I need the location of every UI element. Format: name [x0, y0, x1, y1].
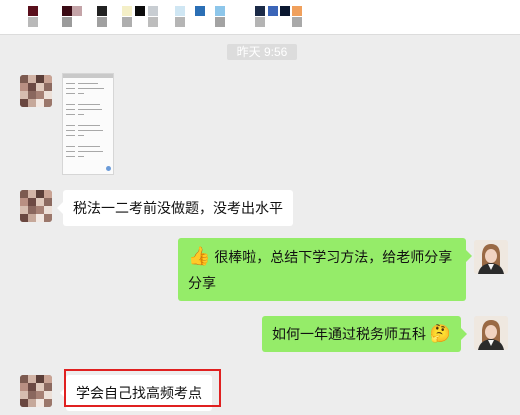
thinking-face-icon: 🤔: [429, 324, 452, 343]
image-message-thumbnail[interactable]: [62, 73, 114, 175]
chat-header: [0, 0, 520, 35]
mosaic-block: [28, 17, 38, 27]
mosaic-block: [148, 6, 158, 16]
message-bubble-sent[interactable]: 👍 很棒啦，总结下学习方法，给老师分享 分享: [178, 238, 472, 301]
mosaic-block: [97, 17, 107, 27]
contact-avatar[interactable]: [20, 375, 52, 407]
mosaic-block: [72, 6, 82, 16]
mosaic-block: [175, 17, 185, 27]
mosaic-block: [292, 17, 302, 27]
my-avatar[interactable]: [474, 240, 508, 274]
timestamp-label: 昨天 9:56: [227, 44, 297, 60]
profile-photo-icon: [474, 240, 508, 274]
thumbs-up-icon: 👍: [188, 246, 211, 266]
profile-photo-icon: [474, 316, 508, 350]
mosaic-block: [62, 6, 72, 16]
message-bubble-sent[interactable]: 如何一年通过税务师五科 🤔: [262, 316, 468, 352]
mosaic-block: [122, 6, 132, 16]
mosaic-block: [122, 17, 132, 27]
message-text: 很棒啦，总结下学习方法，给老师分享: [214, 249, 453, 265]
mosaic-block: [268, 6, 278, 16]
mosaic-block: [135, 6, 145, 16]
mosaic-block: [280, 6, 290, 16]
highlight-box: [64, 369, 221, 407]
mosaic-block: [215, 17, 225, 27]
mosaic-block: [195, 6, 205, 16]
mosaic-block: [255, 6, 265, 16]
my-avatar[interactable]: [474, 316, 508, 350]
thumbnail-header: [63, 74, 113, 78]
message-bubble-received[interactable]: 税法一二考前没做题，没考出水平: [57, 190, 293, 226]
contact-avatar[interactable]: [20, 190, 52, 222]
mosaic-block: [97, 6, 107, 16]
mosaic-block: [292, 6, 302, 16]
message-text-continued: 分享: [188, 275, 216, 291]
mosaic-block: [255, 17, 265, 27]
mosaic-block: [62, 17, 72, 27]
mosaic-block: [175, 6, 185, 16]
message-text: 如何一年通过税务师五科: [272, 326, 426, 342]
mosaic-block: [28, 6, 38, 16]
contact-avatar[interactable]: [20, 75, 52, 107]
mosaic-block: [148, 17, 158, 27]
mosaic-block: [215, 6, 225, 16]
image-indicator-icon: [106, 166, 111, 171]
message-text: 税法一二考前没做题，没考出水平: [73, 200, 283, 216]
